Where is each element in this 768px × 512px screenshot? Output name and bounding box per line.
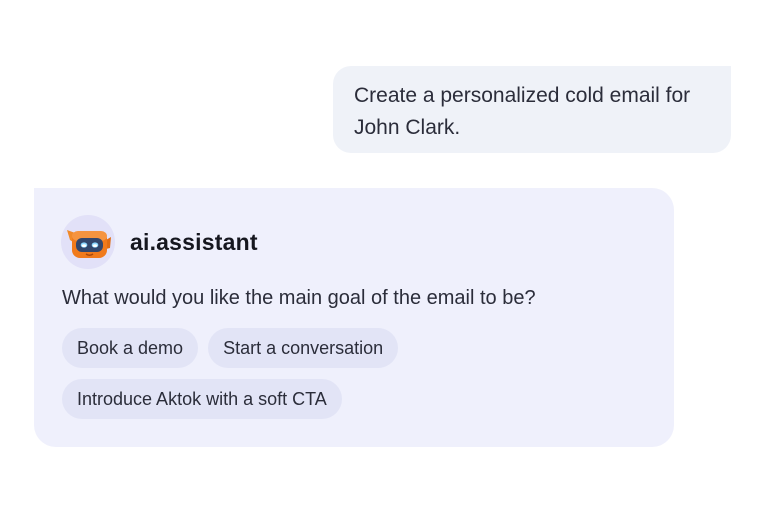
assistant-message-card: ai.assistant What would you like the mai… xyxy=(34,188,674,447)
assistant-question: What would you like the main goal of the… xyxy=(62,287,536,309)
option-book-demo[interactable]: Book a demo xyxy=(62,328,199,368)
quick-reply-options: Book a demo Start a conversation Introdu… xyxy=(62,328,462,419)
assistant-avatar xyxy=(61,215,115,269)
chat-canvas: Create a personalized cold email for Joh… xyxy=(0,0,768,512)
user-message-bubble: Create a personalized cold email for Joh… xyxy=(333,66,731,153)
user-message-text: Create a personalized cold email for Joh… xyxy=(354,84,691,139)
option-start-conversation[interactable]: Start a conversation xyxy=(208,328,399,368)
assistant-header: ai.assistant xyxy=(61,215,258,269)
option-introduce-soft-cta[interactable]: Introduce Aktok with a soft CTA xyxy=(62,379,342,419)
robot-icon xyxy=(67,230,111,258)
assistant-name: ai.assistant xyxy=(130,228,258,255)
